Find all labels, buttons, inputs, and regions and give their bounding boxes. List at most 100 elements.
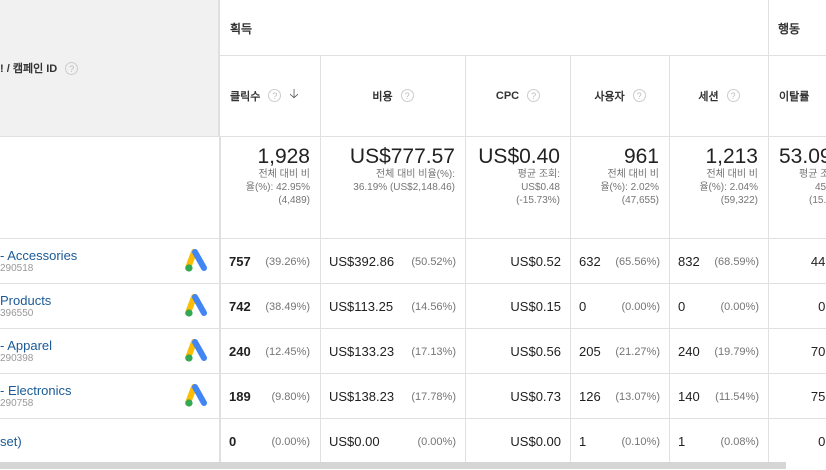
total-sessions-sub3: (59,322): [720, 195, 758, 206]
row-cost-pct: (0.00%): [417, 435, 456, 448]
row-cost-pct: (50.52%): [411, 255, 456, 268]
row-clicks-cell: 742 (38.49%): [220, 284, 321, 329]
help-icon[interactable]: ?: [726, 89, 740, 102]
column-header-cost[interactable]: 비용 ?: [321, 55, 466, 136]
row-sessions-cell: 0 (0.00%): [670, 284, 769, 329]
row-users-pct: (65.56%): [615, 255, 660, 268]
total-users: 961 전체 대비 비 율(%): 2.02% (47,655): [571, 136, 670, 238]
row-cpc-cell: US$0.73: [466, 374, 571, 419]
table-row[interactable]: - Accessories 290518 757 (39.26%) US$392…: [0, 238, 826, 284]
row-bounce-value: 0.: [818, 299, 826, 314]
total-bounce-value: 53.09: [779, 145, 826, 168]
row-sessions-value: 0: [678, 299, 686, 314]
row-cpc-cell: US$0.00: [466, 419, 571, 464]
row-users-value: 1: [579, 434, 587, 449]
row-users-cell: 0 (0.00%): [571, 284, 670, 329]
row-bounce-value: 70.: [810, 344, 826, 359]
row-users-pct: (21.27%): [615, 345, 660, 358]
row-bounce-cell: 44.: [769, 239, 826, 284]
row-cost-value: US$138.23: [329, 389, 395, 404]
row-cost-cell: US$113.25 (14.56%): [321, 284, 466, 329]
table-row[interactable]: - Electronics 290758 189 (9.80%) US$138.…: [0, 373, 826, 419]
row-users-cell: 126 (13.07%): [571, 374, 670, 419]
row-sessions-value: 240: [678, 344, 700, 359]
campaign-link[interactable]: set): [0, 434, 22, 449]
row-clicks-value: 742: [229, 299, 251, 314]
row-clicks-pct: (0.00%): [271, 435, 310, 448]
column-header-bounce[interactable]: 이탈률: [769, 55, 826, 136]
total-users-value: 961: [623, 145, 659, 168]
row-clicks-value: 189: [229, 389, 251, 404]
horizontal-scrollbar[interactable]: [0, 462, 786, 469]
report-table: ! / 캠페인 ID ? 획득 행동 클릭수 ? 🡣 비용 ? CPC ? 사용…: [0, 0, 826, 464]
row-campaign-cell: set): [0, 419, 221, 464]
row-users-value: 205: [579, 344, 601, 359]
row-bounce-cell: 0.: [769, 284, 826, 329]
column-header-sessions[interactable]: 세션 ?: [670, 55, 769, 136]
help-icon[interactable]: ?: [527, 89, 541, 102]
row-cost-cell: US$0.00 (0.00%): [321, 419, 466, 464]
total-cpc-value: US$0.40: [478, 145, 560, 168]
campaign-link[interactable]: - Electronics: [0, 383, 72, 398]
column-header-users[interactable]: 사용자 ?: [571, 55, 670, 136]
row-sessions-pct: (19.79%): [714, 345, 759, 358]
row-users-pct: (0.10%): [621, 435, 660, 448]
row-bounce-cell: 75.: [769, 374, 826, 419]
column-header-cpc[interactable]: CPC ?: [466, 55, 571, 136]
row-bounce-value: 75.: [810, 389, 826, 404]
table-row[interactable]: - Apparel 290398 240 (12.45%) US$133.23 …: [0, 328, 826, 374]
total-users-sub2: 율(%): 2.02%: [600, 182, 659, 193]
total-users-sub1: 전체 대비 비: [607, 169, 659, 180]
help-icon[interactable]: ?: [65, 61, 79, 75]
table-row[interactable]: Products 396550 742 (38.49%) US$113.25 (…: [0, 283, 826, 329]
row-cpc-value: US$0.56: [510, 344, 561, 359]
row-sessions-value: 140: [678, 389, 700, 404]
row-cost-pct: (14.56%): [411, 300, 456, 313]
row-cpc-cell: US$0.15: [466, 284, 571, 329]
row-users-cell: 205 (21.27%): [571, 329, 670, 374]
total-cpc-sub2: US$0.48: [521, 182, 560, 193]
column-header-clicks[interactable]: 클릭수 ? 🡣: [220, 55, 321, 136]
table-row[interactable]: set) 0 (0.00%) US$0.00 (0.00%) US$0.00 1…: [0, 418, 826, 464]
dimension-header[interactable]: ! / 캠페인 ID ?: [0, 0, 220, 136]
row-users-value: 0: [579, 299, 587, 314]
row-cpc-value: US$0.73: [510, 389, 561, 404]
row-users-value: 632: [579, 254, 601, 269]
campaign-id: 396550: [0, 307, 34, 319]
total-sessions-sub2: 율(%): 2.04%: [699, 182, 758, 193]
total-clicks: 1,928 전체 대비 비 율(%): 42.95% (4,489): [220, 136, 321, 238]
column-header-clicks-label: 클릭수: [230, 90, 261, 103]
row-clicks-cell: 240 (12.45%): [220, 329, 321, 374]
help-icon[interactable]: ?: [632, 89, 646, 102]
row-sessions-pct: (0.08%): [720, 435, 759, 448]
total-bounce-sub2: 45: [815, 182, 826, 193]
row-sessions-cell: 240 (19.79%): [670, 329, 769, 374]
row-users-cell: 632 (65.56%): [571, 239, 670, 284]
total-cost-sub2: 36.19% (US$2,148.46): [353, 182, 455, 193]
group-behavior: 행동: [778, 22, 801, 36]
row-clicks-pct: (12.45%): [265, 345, 310, 358]
column-header-cost-label: 비용: [372, 90, 393, 103]
row-cost-value: US$392.86: [329, 254, 395, 269]
row-cost-pct: (17.13%): [411, 345, 456, 358]
campaign-link[interactable]: - Accessories: [0, 248, 77, 263]
row-bounce-value: 44.: [810, 254, 826, 269]
help-icon[interactable]: ?: [400, 89, 414, 102]
help-icon[interactable]: ?: [268, 89, 282, 102]
row-users-pct: (0.00%): [621, 300, 660, 313]
row-clicks-cell: 757 (39.26%): [220, 239, 321, 284]
campaign-link[interactable]: Products: [0, 293, 51, 308]
row-cost-value: US$133.23: [329, 344, 395, 359]
google-ads-icon: [184, 249, 210, 273]
total-bounce-sub3: (15.8: [809, 195, 826, 206]
row-clicks-value: 757: [229, 254, 251, 269]
row-sessions-pct: (11.54%): [715, 390, 759, 403]
row-cost-value: US$0.00: [329, 434, 380, 449]
sort-down-arrow-icon[interactable]: 🡣: [289, 85, 298, 107]
row-users-pct: (13.07%): [615, 390, 660, 403]
total-clicks-sub3: (4,489): [278, 195, 310, 206]
total-clicks-sub1: 전체 대비 비: [258, 169, 310, 180]
total-clicks-sub2: 율(%): 42.95%: [245, 182, 310, 193]
campaign-link[interactable]: - Apparel: [0, 338, 52, 353]
campaign-id: 290758: [0, 397, 34, 409]
